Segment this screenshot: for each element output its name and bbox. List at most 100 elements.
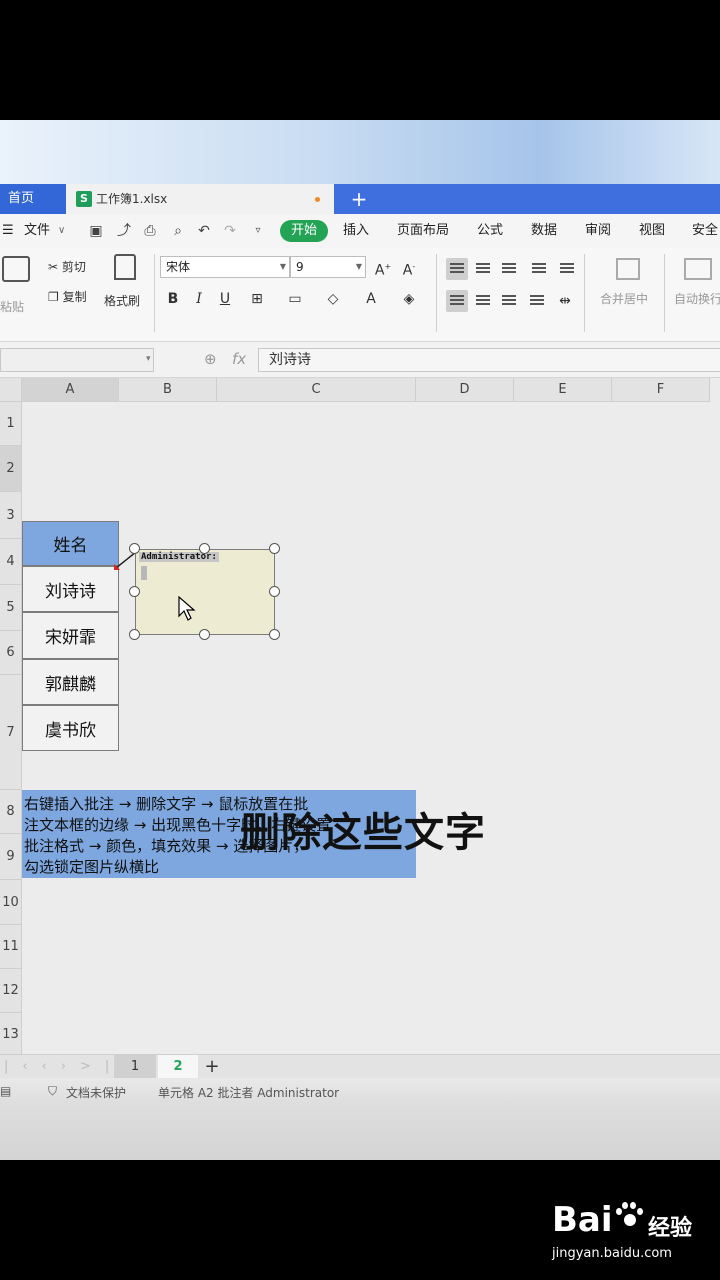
menu-page-layout[interactable]: 页面布局 xyxy=(397,214,449,248)
menu-insert[interactable]: 插入 xyxy=(343,214,369,248)
select-all-corner[interactable] xyxy=(0,378,22,402)
sheet-tab-2[interactable]: 2 xyxy=(158,1055,198,1079)
export-icon[interactable]: ⤴ xyxy=(116,223,132,239)
row-header[interactable]: 12 xyxy=(0,969,22,1013)
bold-icon[interactable]: B xyxy=(162,288,184,310)
indent-increase-icon[interactable] xyxy=(556,258,578,280)
font-family-select[interactable]: 宋体 ▼ xyxy=(160,256,290,278)
spreadsheet-grid[interactable]: A B C D E F 1 2 3 4 5 6 7 8 9 10 11 12 1… xyxy=(0,378,720,1054)
comment-box[interactable]: Administrator: xyxy=(135,549,275,635)
align-right-icon[interactable] xyxy=(498,290,520,312)
row-header[interactable]: 13 xyxy=(0,1013,22,1054)
fill-color-icon[interactable]: ◇ xyxy=(322,288,344,310)
zoom-icon[interactable]: ⊕ xyxy=(204,350,217,368)
align-top-icon[interactable] xyxy=(446,258,468,280)
resize-handle[interactable] xyxy=(129,586,140,597)
tab-start[interactable]: 开始 xyxy=(280,220,328,242)
protect-status[interactable]: 文档未保护 xyxy=(66,1084,126,1101)
cell-a1[interactable]: 姓名 xyxy=(22,521,119,566)
row-header[interactable]: 10 xyxy=(0,880,22,925)
decrease-font-icon[interactable]: A- xyxy=(398,256,420,279)
format-painter-button[interactable]: 格式刷 xyxy=(104,292,140,309)
cell-a2[interactable]: 刘诗诗 xyxy=(22,566,119,612)
menu-file[interactable]: 文件 xyxy=(24,214,50,248)
row-header[interactable]: 8 xyxy=(0,790,22,834)
distribute-icon[interactable]: ⇹ xyxy=(554,290,576,312)
merge-icon[interactable] xyxy=(616,258,640,280)
indent-decrease-icon[interactable] xyxy=(528,258,550,280)
column-header[interactable]: B xyxy=(119,378,217,402)
underline-icon[interactable]: U xyxy=(214,288,236,310)
column-header[interactable]: E xyxy=(514,378,612,402)
cell-a4[interactable]: 郭麒麟 xyxy=(22,659,119,705)
wrap-text-button[interactable]: 自动换行 xyxy=(674,290,720,307)
justify-icon[interactable] xyxy=(526,290,548,312)
font-size-select[interactable]: 9 ▼ xyxy=(290,256,366,278)
hamburger-icon[interactable]: ☰ xyxy=(2,214,14,248)
more-icon[interactable]: ▿ xyxy=(250,223,266,239)
row-header[interactable]: 6 xyxy=(0,631,22,675)
row-header[interactable]: 3 xyxy=(0,492,22,539)
menu-formulas[interactable]: 公式 xyxy=(477,214,503,248)
tab-home[interactable]: 首页 xyxy=(0,184,66,214)
name-box[interactable] xyxy=(0,348,154,372)
cell-a3[interactable]: 宋妍霏 xyxy=(22,612,119,659)
menu-security[interactable]: 安全 xyxy=(692,214,718,248)
menu-data[interactable]: 数据 xyxy=(531,214,557,248)
column-header[interactable]: D xyxy=(416,378,514,402)
formula-input[interactable]: 刘诗诗 xyxy=(258,348,720,372)
align-left-icon[interactable] xyxy=(446,290,468,312)
cell-a5[interactable]: 虞书欣 xyxy=(22,705,119,751)
new-tab-button[interactable]: + xyxy=(348,184,370,214)
preview-icon[interactable]: ⌕ xyxy=(170,223,186,239)
row-header[interactable]: 11 xyxy=(0,925,22,969)
italic-icon[interactable]: I xyxy=(188,288,210,310)
tab-workbook[interactable]: S 工作簿1.xlsx xyxy=(66,184,334,214)
status-icon: ▤ xyxy=(0,1084,12,1098)
column-header[interactable]: C xyxy=(217,378,416,402)
resize-handle[interactable] xyxy=(199,629,210,640)
wrap-text-icon[interactable] xyxy=(684,258,712,280)
align-middle-icon[interactable] xyxy=(472,258,494,280)
eraser-icon[interactable]: ◈ xyxy=(398,288,420,310)
add-sheet-button[interactable]: + xyxy=(200,1055,224,1079)
resize-handle[interactable] xyxy=(269,629,280,640)
row-header[interactable]: 5 xyxy=(0,585,22,631)
resize-handle[interactable] xyxy=(129,543,140,554)
resize-handle[interactable] xyxy=(269,586,280,597)
column-header[interactable]: F xyxy=(612,378,710,402)
save-icon[interactable]: ▣ xyxy=(88,223,104,239)
align-bottom-icon[interactable] xyxy=(498,258,520,280)
chevron-down-icon[interactable]: ▾ xyxy=(146,354,151,364)
redo-icon[interactable]: ↷ xyxy=(222,223,238,239)
sheet-nav-icon[interactable]: |‹‹›>| xyxy=(4,1055,109,1079)
row-header[interactable]: 4 xyxy=(0,539,22,585)
sheet-tab-1[interactable]: 1 xyxy=(114,1055,156,1079)
cell-style-icon[interactable]: ▭ xyxy=(284,288,306,310)
undo-icon[interactable]: ↶ xyxy=(196,223,212,239)
column-header[interactable]: A xyxy=(22,378,119,402)
merge-button[interactable]: 合并居中 xyxy=(600,290,648,307)
paste-icon[interactable] xyxy=(2,256,30,282)
row-header[interactable]: 7 xyxy=(0,675,22,790)
divider xyxy=(436,254,437,332)
menu-view[interactable]: 视图 xyxy=(639,214,665,248)
chevron-down-icon[interactable]: ∨ xyxy=(58,214,65,248)
border-icon[interactable]: ⊞ xyxy=(246,288,268,310)
cut-button[interactable]: ✂ 剪切 xyxy=(48,258,86,275)
menu-review[interactable]: 审阅 xyxy=(585,214,611,248)
print-icon[interactable]: ⎙ xyxy=(142,223,158,239)
resize-handle[interactable] xyxy=(199,543,210,554)
row-header[interactable]: 1 xyxy=(0,402,22,446)
copy-button[interactable]: ❐ 复制 xyxy=(48,288,87,305)
align-center-icon[interactable] xyxy=(472,290,494,312)
row-header[interactable]: 9 xyxy=(0,834,22,880)
paste-button[interactable]: 粘贴 xyxy=(0,298,24,315)
font-color-icon[interactable]: A xyxy=(360,288,382,310)
resize-handle[interactable] xyxy=(129,629,140,640)
increase-font-icon[interactable]: A+ xyxy=(372,256,394,279)
format-painter-icon[interactable] xyxy=(114,254,136,280)
resize-handle[interactable] xyxy=(269,543,280,554)
row-header[interactable]: 2 xyxy=(0,446,22,492)
fx-icon[interactable]: fx xyxy=(232,350,246,368)
